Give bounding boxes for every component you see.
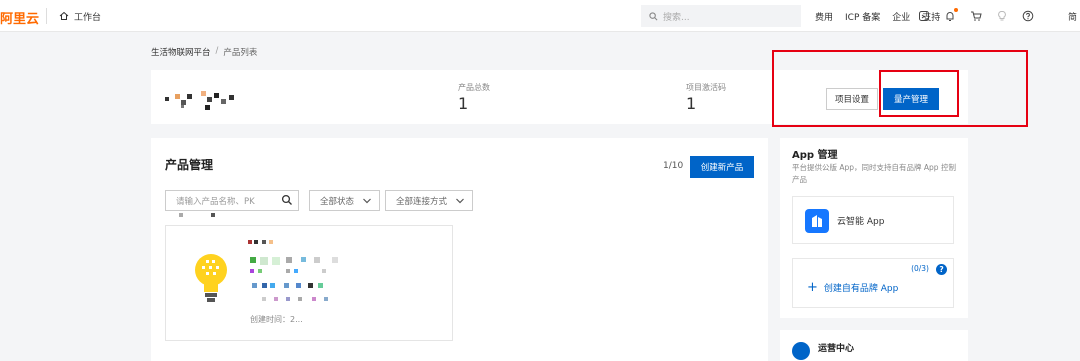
highlight-box-inner xyxy=(879,70,959,117)
stat-activation-code-value: 1 xyxy=(686,94,697,113)
breadcrumb-parent[interactable]: 生活物联网平台 xyxy=(151,46,211,58)
status-filter-value: 全部状态 xyxy=(320,196,355,207)
operations-center-title: 运营中心 xyxy=(818,344,855,354)
bulb-icon[interactable] xyxy=(996,10,1008,22)
global-search-placeholder: 搜索... xyxy=(663,12,690,23)
workbench-label: 工作台 xyxy=(74,12,102,23)
workbench-button[interactable]: 工作台 xyxy=(50,5,110,27)
cloud-smart-app-icon xyxy=(805,209,829,233)
cart-icon[interactable] xyxy=(970,10,982,22)
operations-center-panel: 运营中心 xyxy=(780,330,968,361)
search-icon xyxy=(649,11,658,20)
help-icon[interactable] xyxy=(1022,10,1034,22)
status-filter-select[interactable]: 全部状态 xyxy=(309,190,380,211)
topbar-divider xyxy=(46,8,47,24)
terminal-icon[interactable] xyxy=(918,10,930,22)
home-icon xyxy=(59,11,69,20)
create-brand-app-item[interactable]: (0/3) ? + 创建自有品牌 App xyxy=(792,258,954,308)
product-management-title: 产品管理 xyxy=(165,158,214,172)
nav-link-icp[interactable]: ICP 备案 xyxy=(845,10,880,23)
cloud-smart-app-item[interactable]: 云智能 App xyxy=(792,196,954,244)
help-icon[interactable]: ? xyxy=(936,264,947,275)
bell-icon[interactable] xyxy=(944,8,958,22)
lightbulb-product-icon xyxy=(195,254,227,302)
stat-activation-code-label: 项目激活码 xyxy=(686,83,726,92)
cloud-smart-app-name: 云智能 App xyxy=(837,217,885,227)
product-card[interactable]: 创建时间：2... xyxy=(165,225,453,341)
app-management-description: 平台提供公版 App，同时支持自有品牌 App 控制产品 xyxy=(792,163,956,184)
app-management-title: App 管理 xyxy=(792,150,838,161)
aliyun-logo[interactable]: 阿里云 xyxy=(0,8,39,27)
stat-product-total-label: 产品总数 xyxy=(458,83,490,92)
stat-product-total: 产品总数 1 xyxy=(458,82,490,113)
search-icon[interactable] xyxy=(281,194,293,206)
product-management-panel: 产品管理 1/10 创建新产品 请输入产品名称、PK 全部状态 全部连接方式 创… xyxy=(151,138,768,361)
breadcrumb-separator: / xyxy=(215,46,219,56)
stat-activation-code: 项目激活码 1 xyxy=(686,82,726,113)
chevron-down-icon xyxy=(363,198,371,204)
product-created-time: 创建时间：2... xyxy=(250,315,303,324)
breadcrumb: 生活物联网平台 / 产品列表 xyxy=(151,46,257,58)
create-brand-app-link[interactable]: + 创建自有品牌 App xyxy=(807,279,899,295)
product-search-input[interactable]: 请输入产品名称、PK xyxy=(165,190,299,211)
brand-app-count: (0/3) xyxy=(911,264,929,273)
topbar-icons xyxy=(918,0,1034,32)
connection-filter-value: 全部连接方式 xyxy=(396,196,448,207)
create-brand-app-label: 创建自有品牌 App xyxy=(823,284,899,294)
connection-filter-select[interactable]: 全部连接方式 xyxy=(385,190,473,211)
global-search-input[interactable]: 搜索... xyxy=(641,5,801,27)
operations-center-icon xyxy=(792,342,810,360)
product-search-placeholder: 请输入产品名称、PK xyxy=(176,196,255,207)
app-management-panel: App 管理 平台提供公版 App，同时支持自有品牌 App 控制产品 云智能 … xyxy=(780,138,968,318)
notification-dot xyxy=(954,8,958,12)
nav-link-enterprise[interactable]: 企业 xyxy=(892,10,910,23)
chevron-down-icon xyxy=(456,198,464,204)
plus-icon: + xyxy=(807,279,818,295)
top-navigation-bar: 阿里云 工作台 搜索... 费用 ICP 备案 企业 支持 简 xyxy=(0,0,1080,32)
product-count: 1/10 xyxy=(663,161,684,171)
breadcrumb-current: 产品列表 xyxy=(223,48,258,58)
create-product-button[interactable]: 创建新产品 xyxy=(690,156,754,178)
nav-link-billing[interactable]: 费用 xyxy=(815,10,833,23)
language-switch[interactable]: 简 xyxy=(1068,10,1077,23)
stat-product-total-value: 1 xyxy=(458,94,469,113)
